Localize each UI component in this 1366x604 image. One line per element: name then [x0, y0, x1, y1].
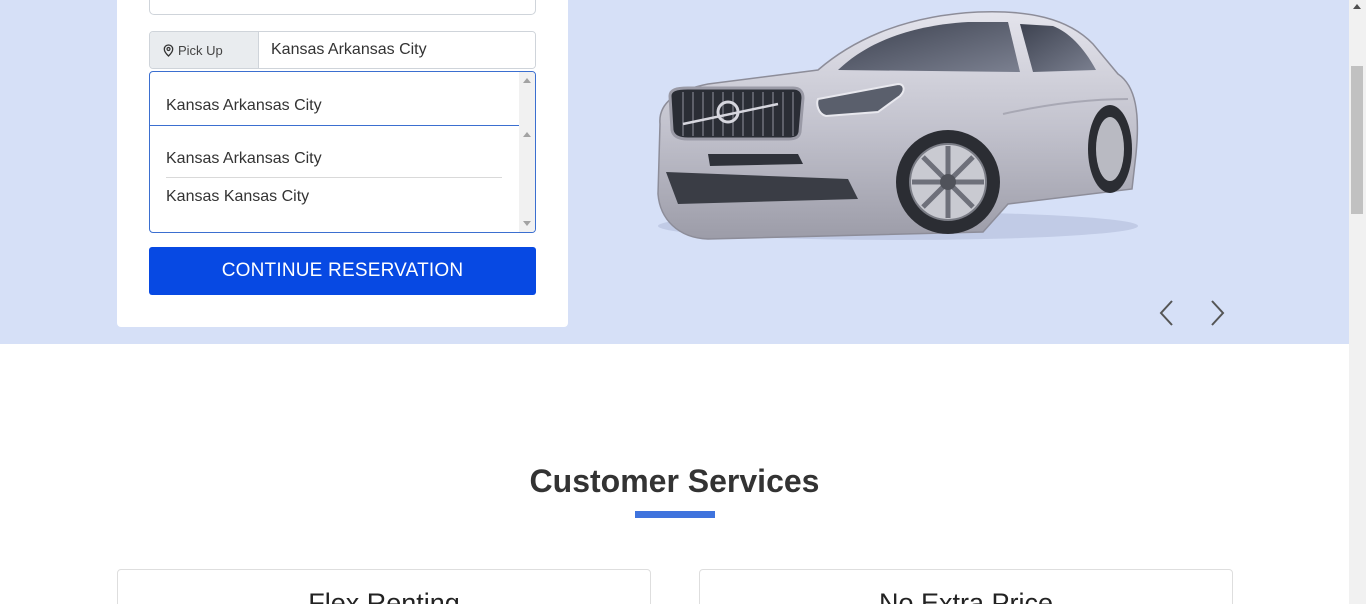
options-scrollbar[interactable] — [519, 126, 535, 232]
scroll-up-icon[interactable] — [1353, 4, 1361, 9]
pickup-location-select[interactable]: Kansas Arkansas City Kansas Arkansas Cit… — [149, 71, 536, 233]
scroll-up-icon[interactable] — [523, 132, 531, 137]
pickup-label-text: Pick Up — [178, 42, 223, 58]
select-scrollbar[interactable] — [519, 72, 535, 126]
car-image — [657, 10, 1139, 240]
slider-next-icon[interactable] — [1205, 298, 1229, 328]
continue-reservation-button[interactable]: CONTINUE RESERVATION — [149, 247, 536, 295]
service-card-title: No Extra Price — [878, 588, 1054, 604]
service-card: Flex Renting — [117, 569, 651, 604]
pickup-input[interactable] — [259, 32, 535, 68]
page-scrollbar[interactable] — [1349, 0, 1366, 604]
hero-section: Pick Up Kansas Arkansas City Kansas Arka… — [0, 0, 1349, 344]
location-pin-icon — [163, 43, 174, 57]
scroll-down-icon[interactable] — [523, 221, 531, 226]
selected-location[interactable]: Kansas Arkansas City — [150, 72, 535, 126]
service-card: No Extra Price — [699, 569, 1233, 604]
scrollbar-thumb[interactable] — [1351, 66, 1363, 214]
pickup-label: Pick Up — [150, 32, 259, 68]
service-card-title: Flex Renting — [308, 588, 460, 604]
title-underline — [635, 511, 715, 518]
location-option[interactable]: Kansas Arkansas City — [166, 140, 502, 178]
services-title: Customer Services — [529, 463, 820, 499]
previous-field[interactable] — [149, 0, 536, 15]
location-option[interactable]: Kansas Kansas City — [166, 178, 502, 216]
slider-prev-icon[interactable] — [1155, 298, 1179, 328]
scroll-up-icon[interactable] — [523, 78, 531, 83]
selected-location-text: Kansas Arkansas City — [166, 97, 322, 114]
pickup-field: Pick Up — [149, 31, 536, 69]
reservation-card: Pick Up Kansas Arkansas City Kansas Arka… — [117, 0, 568, 327]
